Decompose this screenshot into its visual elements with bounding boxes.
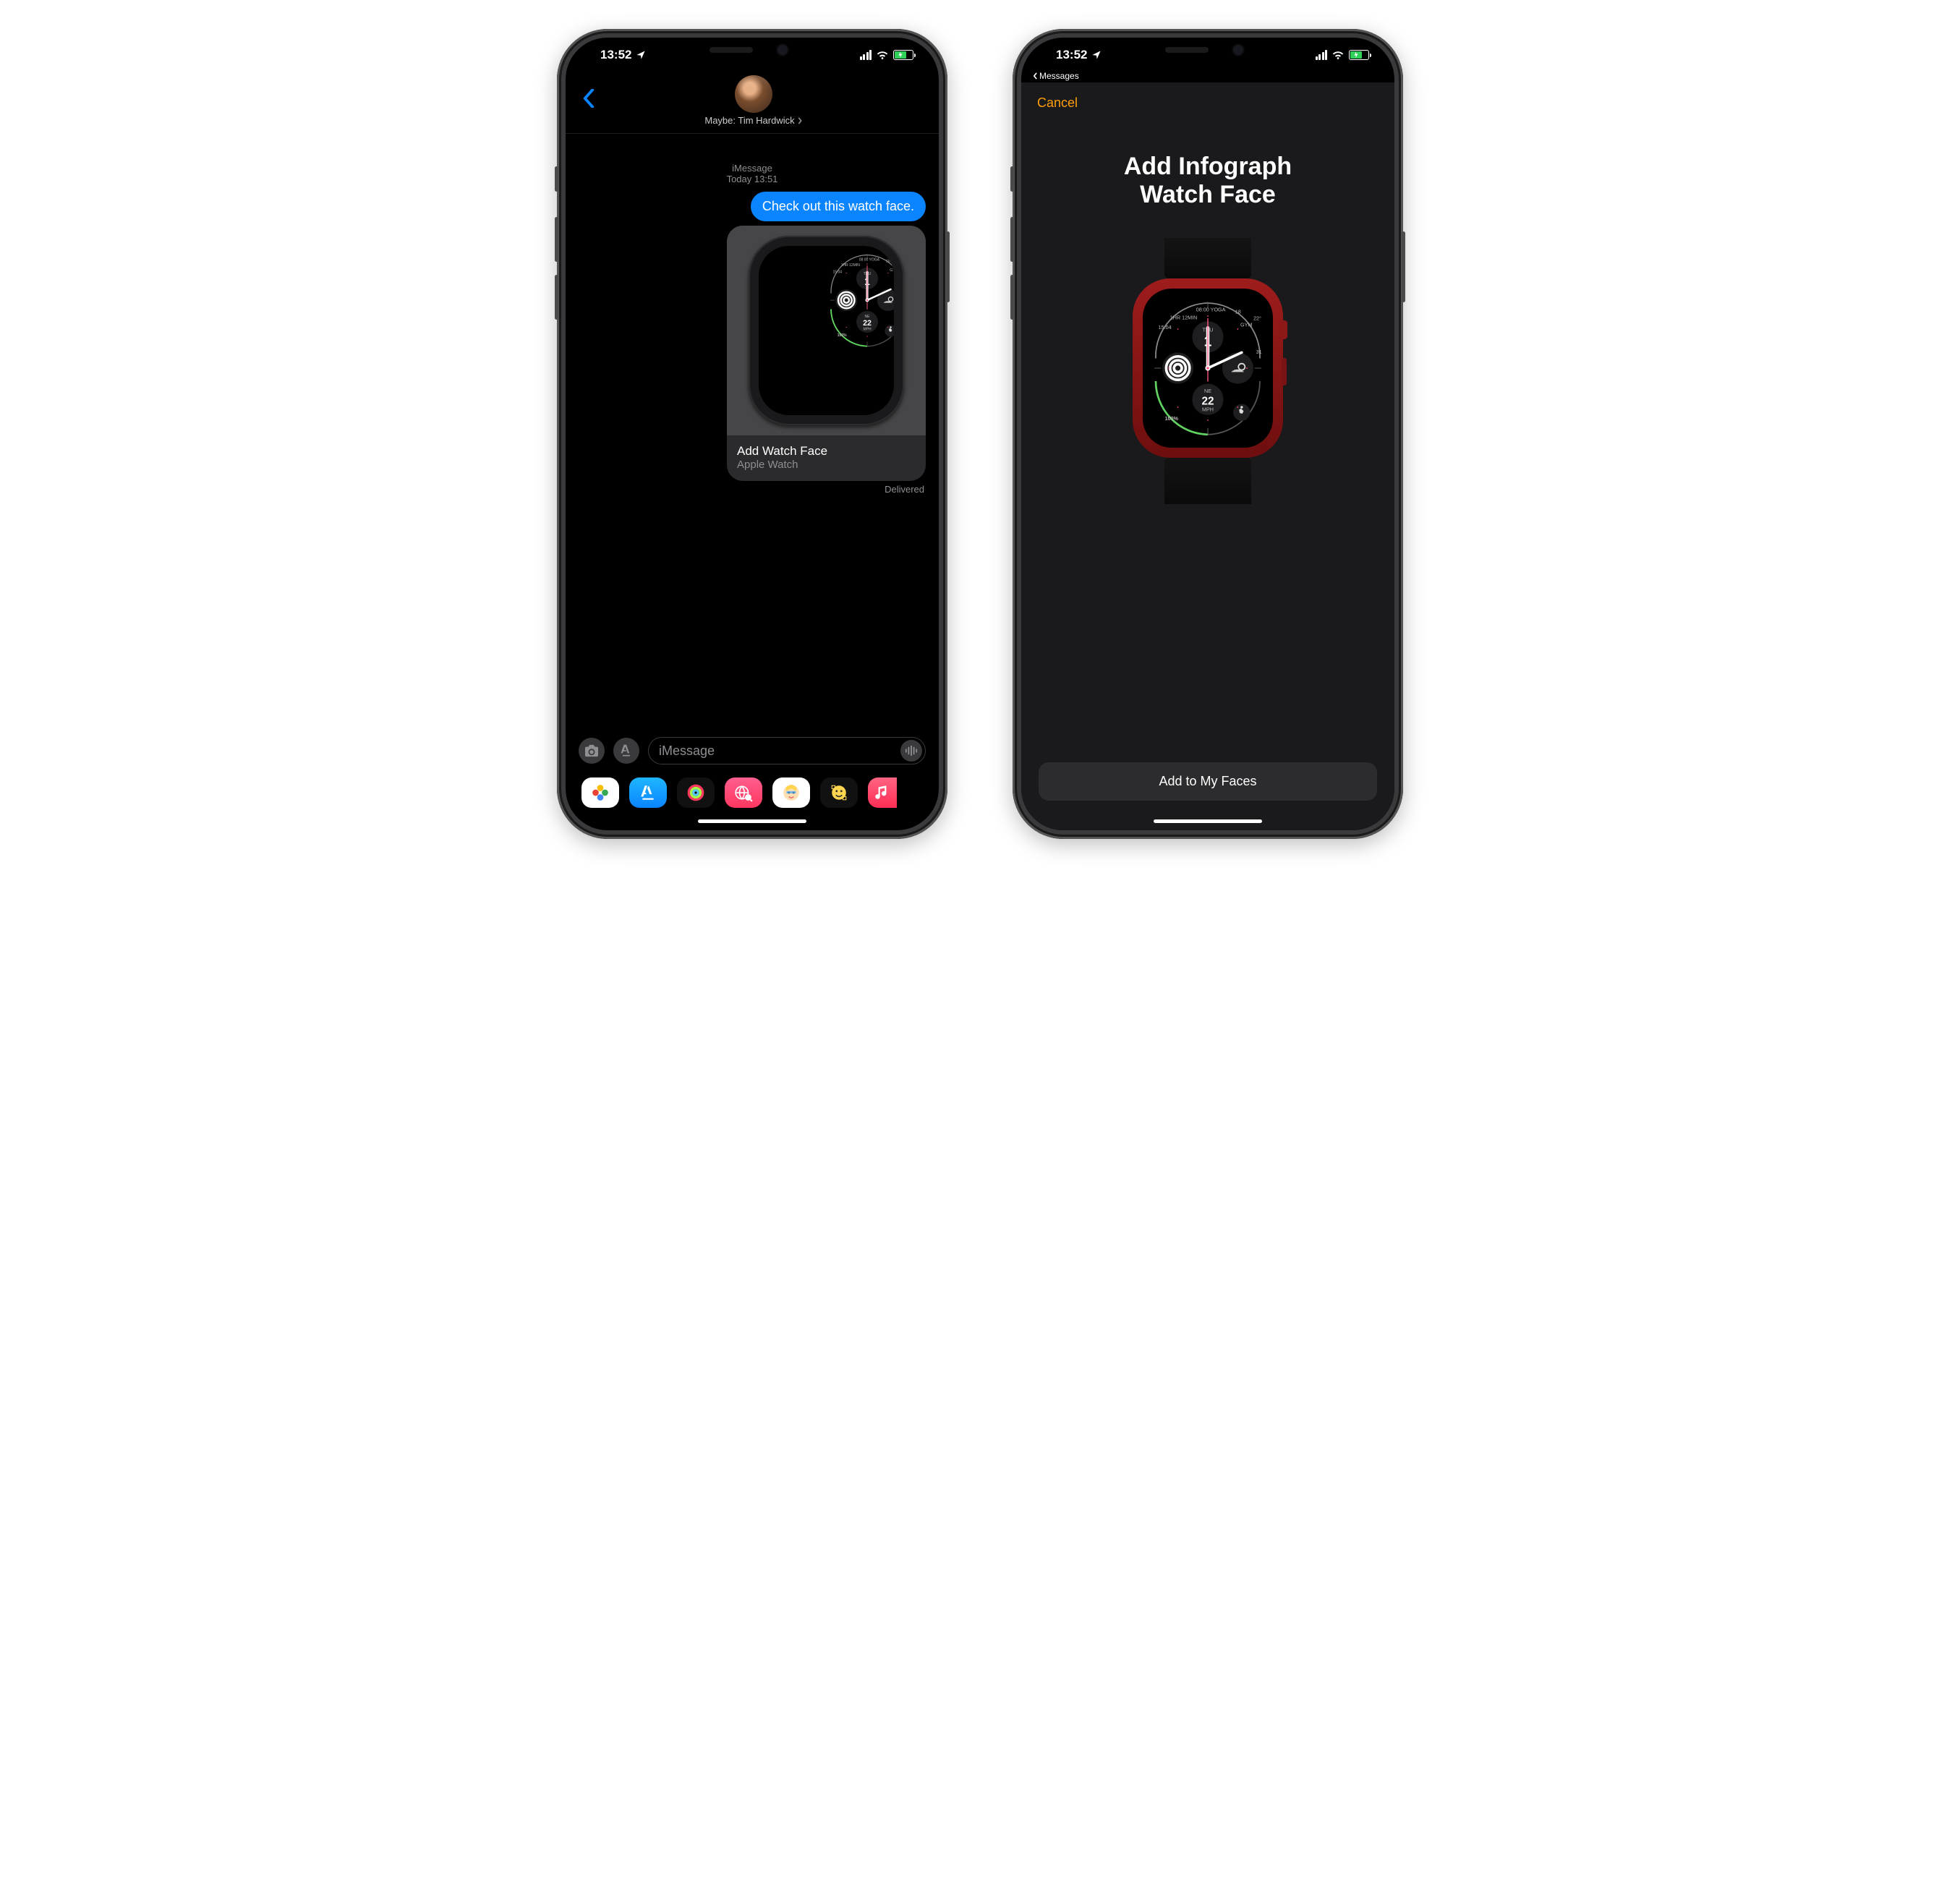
iphone-right: 13:52 Messages Cancel Add Infograph Watc… xyxy=(1013,29,1403,839)
infograph-dial xyxy=(759,246,894,354)
delivery-status: Delivered xyxy=(885,484,924,495)
compose-row: iMessage xyxy=(566,730,939,772)
digital-crown-icon xyxy=(1280,320,1287,339)
status-time: 13:52 xyxy=(600,48,631,62)
conversation: iMessage Today 13:51 Check out this watc… xyxy=(566,134,939,730)
apps-button[interactable] xyxy=(613,738,639,764)
home-indicator[interactable] xyxy=(698,819,806,823)
location-icon xyxy=(636,50,646,60)
imessage-app-row xyxy=(566,772,939,815)
app-globe[interactable] xyxy=(725,777,762,808)
status-time: 13:52 xyxy=(1056,48,1087,62)
card-title: Add Watch Face xyxy=(737,444,916,459)
thread-timestamp: iMessage Today 13:51 xyxy=(579,163,926,184)
sent-message[interactable]: Check out this watch face. xyxy=(751,192,926,221)
wifi-icon xyxy=(1331,50,1345,60)
watch-modal-body: Add Infograph Watch Face Add to My Faces xyxy=(1021,116,1394,830)
watch-modal-header: Cancel xyxy=(1021,82,1394,116)
battery-icon xyxy=(893,50,916,60)
wifi-icon xyxy=(876,50,889,60)
cancel-button[interactable]: Cancel xyxy=(1037,95,1078,111)
camera-button[interactable] xyxy=(579,738,605,764)
contact-header[interactable]: Maybe: Tim Hardwick xyxy=(704,75,802,126)
add-to-my-faces-button[interactable]: Add to My Faces xyxy=(1039,762,1377,801)
iphone-left: 13:52 Maybe: Tim Hardwick xyxy=(557,29,947,839)
back-to-app[interactable]: Messages xyxy=(1021,71,1394,81)
chevron-right-icon xyxy=(797,117,803,124)
modal-title: Add Infograph Watch Face xyxy=(1124,153,1292,209)
messages-header: Maybe: Tim Hardwick xyxy=(566,72,939,134)
watch-hero xyxy=(1125,238,1291,504)
app-store[interactable] xyxy=(629,777,667,808)
notch xyxy=(669,38,835,62)
compose-placeholder: iMessage xyxy=(659,743,715,759)
location-icon xyxy=(1091,50,1102,60)
card-subtitle: Apple Watch xyxy=(737,459,916,471)
battery-icon xyxy=(1349,50,1371,60)
back-button[interactable] xyxy=(579,89,599,113)
contact-name-label: Maybe: Tim Hardwick xyxy=(704,115,794,126)
app-memoji[interactable] xyxy=(772,777,810,808)
compose-input[interactable]: iMessage xyxy=(648,737,926,764)
chevron-left-icon xyxy=(1033,72,1038,80)
infograph-dial xyxy=(1143,289,1273,448)
watch-face-preview xyxy=(727,226,926,435)
app-music[interactable] xyxy=(868,777,897,808)
watch-face-card[interactable]: Add Watch Face Apple Watch xyxy=(727,226,926,481)
home-indicator[interactable] xyxy=(1154,819,1262,823)
app-photos[interactable] xyxy=(581,777,619,808)
app-animoji[interactable] xyxy=(820,777,858,808)
signal-icon xyxy=(860,50,872,60)
notch xyxy=(1125,38,1291,62)
app-activity[interactable] xyxy=(677,777,715,808)
audio-message-button[interactable] xyxy=(900,740,922,762)
signal-icon xyxy=(1316,50,1328,60)
avatar xyxy=(735,75,772,113)
